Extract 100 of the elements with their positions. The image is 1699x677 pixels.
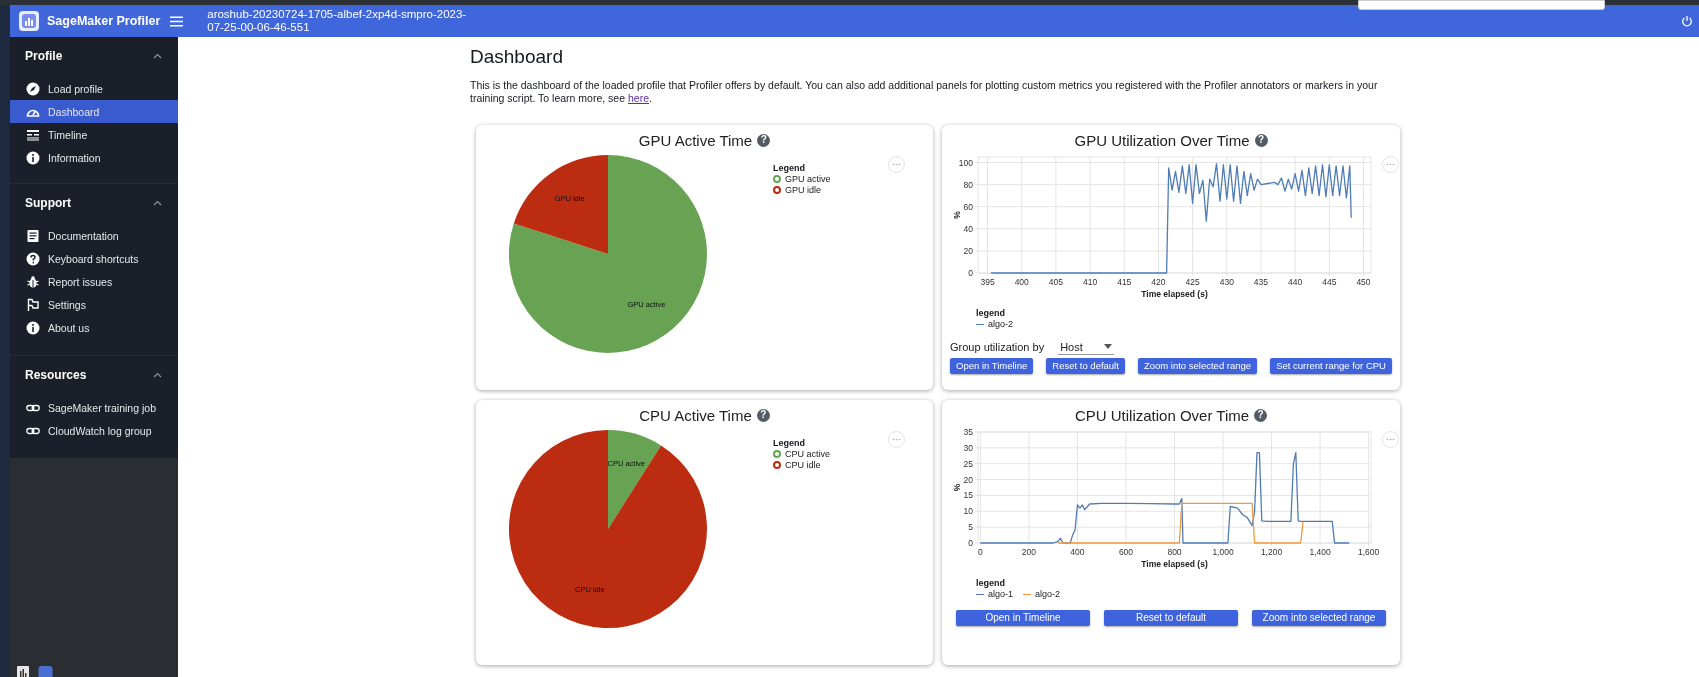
app-logo-icon <box>19 11 39 31</box>
tick-label: 5 <box>968 522 973 533</box>
tick-label: 40 <box>963 223 973 234</box>
help-icon[interactable]: ? <box>757 133 771 147</box>
help-icon <box>26 251 40 266</box>
axis-title: Time elapsed (s) <box>1141 289 1208 299</box>
sidebar-item[interactable]: About us <box>10 316 178 339</box>
tick-label: 445 <box>1322 277 1337 287</box>
sidebar-item[interactable]: SageMaker training job <box>10 396 178 419</box>
tick-label: 450 <box>1356 277 1371 287</box>
sidebar-item[interactable]: Keyboard shortcuts <box>10 247 178 270</box>
tick-label: 60 <box>963 201 973 212</box>
panel-title: CPU Active Time <box>639 406 752 424</box>
tick-label: 200 <box>1021 547 1037 557</box>
legend-label: GPU active <box>785 174 831 185</box>
legend-label: CPU active <box>785 449 830 460</box>
action-button[interactable]: Open in Timeline <box>950 357 1034 374</box>
tick-label: 0 <box>968 268 973 278</box>
profile-title: aroshub-20230724-1705-albef-2xp4d-smpro-2023-07-25-00-06-46-551 <box>207 8 468 34</box>
tick-label: 10 <box>963 506 973 517</box>
sidebar-item[interactable]: Information <box>10 146 178 169</box>
tick-label: 800 <box>1167 547 1182 557</box>
host-dropdown[interactable]: Host <box>1058 339 1115 355</box>
legend-label: algo-1 <box>988 589 1014 600</box>
axis-title: % <box>952 483 962 492</box>
page-description: This is the dashboard of the loaded profile that Profiler offers by default. You can also add additional panels for plotting custom metrics you registered with the Profiler annotators or markers in your training script. To learn more, see here. <box>470 79 1379 105</box>
help-icon[interactable]: ? <box>756 408 770 422</box>
timeline-icon <box>26 127 40 142</box>
legend-title: Legend <box>773 437 806 449</box>
section-title: Support <box>25 196 71 210</box>
action-button[interactable]: Set current range for CPU <box>1270 357 1392 374</box>
flag-icon <box>26 297 40 312</box>
menu-icon[interactable] <box>170 15 184 27</box>
chevron-icon[interactable] <box>153 372 162 378</box>
compass-icon <box>26 81 40 96</box>
sidebar-item[interactable]: Load profile <box>10 77 178 100</box>
sidebar-item[interactable]: Report issues <box>10 270 178 293</box>
axis-title: Time elapsed (s) <box>1141 559 1208 569</box>
panel-title: GPU Active Time <box>638 131 753 149</box>
bug-icon <box>26 274 40 289</box>
tick-label: 395 <box>980 277 995 287</box>
info-icon <box>26 150 40 165</box>
action-button[interactable]: Reset to default <box>1046 357 1125 374</box>
tick-label: 30 <box>963 442 973 453</box>
document-icon <box>26 228 40 243</box>
info-icon <box>26 320 40 335</box>
panel-title: CPU Utilization Over Time <box>1074 406 1250 424</box>
sidebar-item[interactable]: Dashboard <box>10 100 178 123</box>
tick-label: 20 <box>963 245 973 256</box>
tick-label: 400 <box>1070 547 1085 557</box>
tick-label: 0 <box>968 538 973 548</box>
help-icon[interactable]: ? <box>1254 408 1268 422</box>
tick-label: 400 <box>1014 277 1029 287</box>
sidebar-item[interactable]: Settings <box>10 293 178 316</box>
sidebar-item[interactable]: Timeline <box>10 123 178 146</box>
tick-label: 1,400 <box>1309 547 1331 557</box>
legend-label: algo-2 <box>1035 589 1061 600</box>
tick-label: 435 <box>1253 277 1269 287</box>
action-button[interactable]: Zoom into selected range <box>1252 609 1386 626</box>
section-title: Resources <box>25 368 87 382</box>
sidebar-item[interactable]: CloudWatch log group <box>10 419 178 442</box>
legend-label: algo-2 <box>988 319 1014 330</box>
legend-title: legend <box>976 577 1006 589</box>
help-link[interactable]: here <box>627 92 649 104</box>
axis-title: % <box>952 211 962 219</box>
caret-icon <box>1104 344 1113 349</box>
legend-label: CPU idle <box>785 459 821 470</box>
chevron-icon[interactable] <box>153 200 162 206</box>
tick-label: 35 <box>963 429 973 437</box>
help-icon[interactable]: ? <box>1254 133 1268 147</box>
power-icon[interactable] <box>1681 15 1693 27</box>
tick-label: 1,600 <box>1357 547 1380 557</box>
tick-label: 80 <box>963 179 973 190</box>
sidebar-item[interactable]: Documentation <box>10 224 178 247</box>
tick-label: 415 <box>1117 277 1132 287</box>
tick-label: 100 <box>958 157 973 168</box>
tick-label: 20 <box>963 474 973 485</box>
chevron-icon[interactable] <box>153 53 162 59</box>
tick-label: 405 <box>1048 277 1063 287</box>
action-button[interactable]: Zoom into selected range <box>1137 357 1258 374</box>
tick-label: 420 <box>1151 277 1166 287</box>
tick-label: 425 <box>1185 277 1200 287</box>
page-title: Dashboard <box>470 45 564 69</box>
tick-label: 1,000 <box>1212 547 1234 557</box>
tick-label: 15 <box>963 490 973 501</box>
action-button[interactable]: Reset to default <box>1104 609 1238 626</box>
input-field[interactable] <box>1358 0 1605 10</box>
tick-label: 440 <box>1288 277 1303 287</box>
legend-title: Legend <box>773 162 806 174</box>
tick-label: 1,200 <box>1260 547 1283 557</box>
action-button[interactable]: Open in Timeline <box>956 609 1090 626</box>
tick-label: 410 <box>1083 277 1098 287</box>
database-badge-icon[interactable] <box>38 666 53 677</box>
tick-label: 0 <box>978 547 983 557</box>
tick-label: 600 <box>1118 547 1134 557</box>
panel-title: GPU Utilization Over Time <box>1074 131 1250 149</box>
legend-title: legend <box>976 307 1006 319</box>
app-name: SageMaker Profiler <box>47 14 161 28</box>
legend-label: GPU idle <box>785 184 821 195</box>
chart-icon[interactable] <box>17 666 29 677</box>
